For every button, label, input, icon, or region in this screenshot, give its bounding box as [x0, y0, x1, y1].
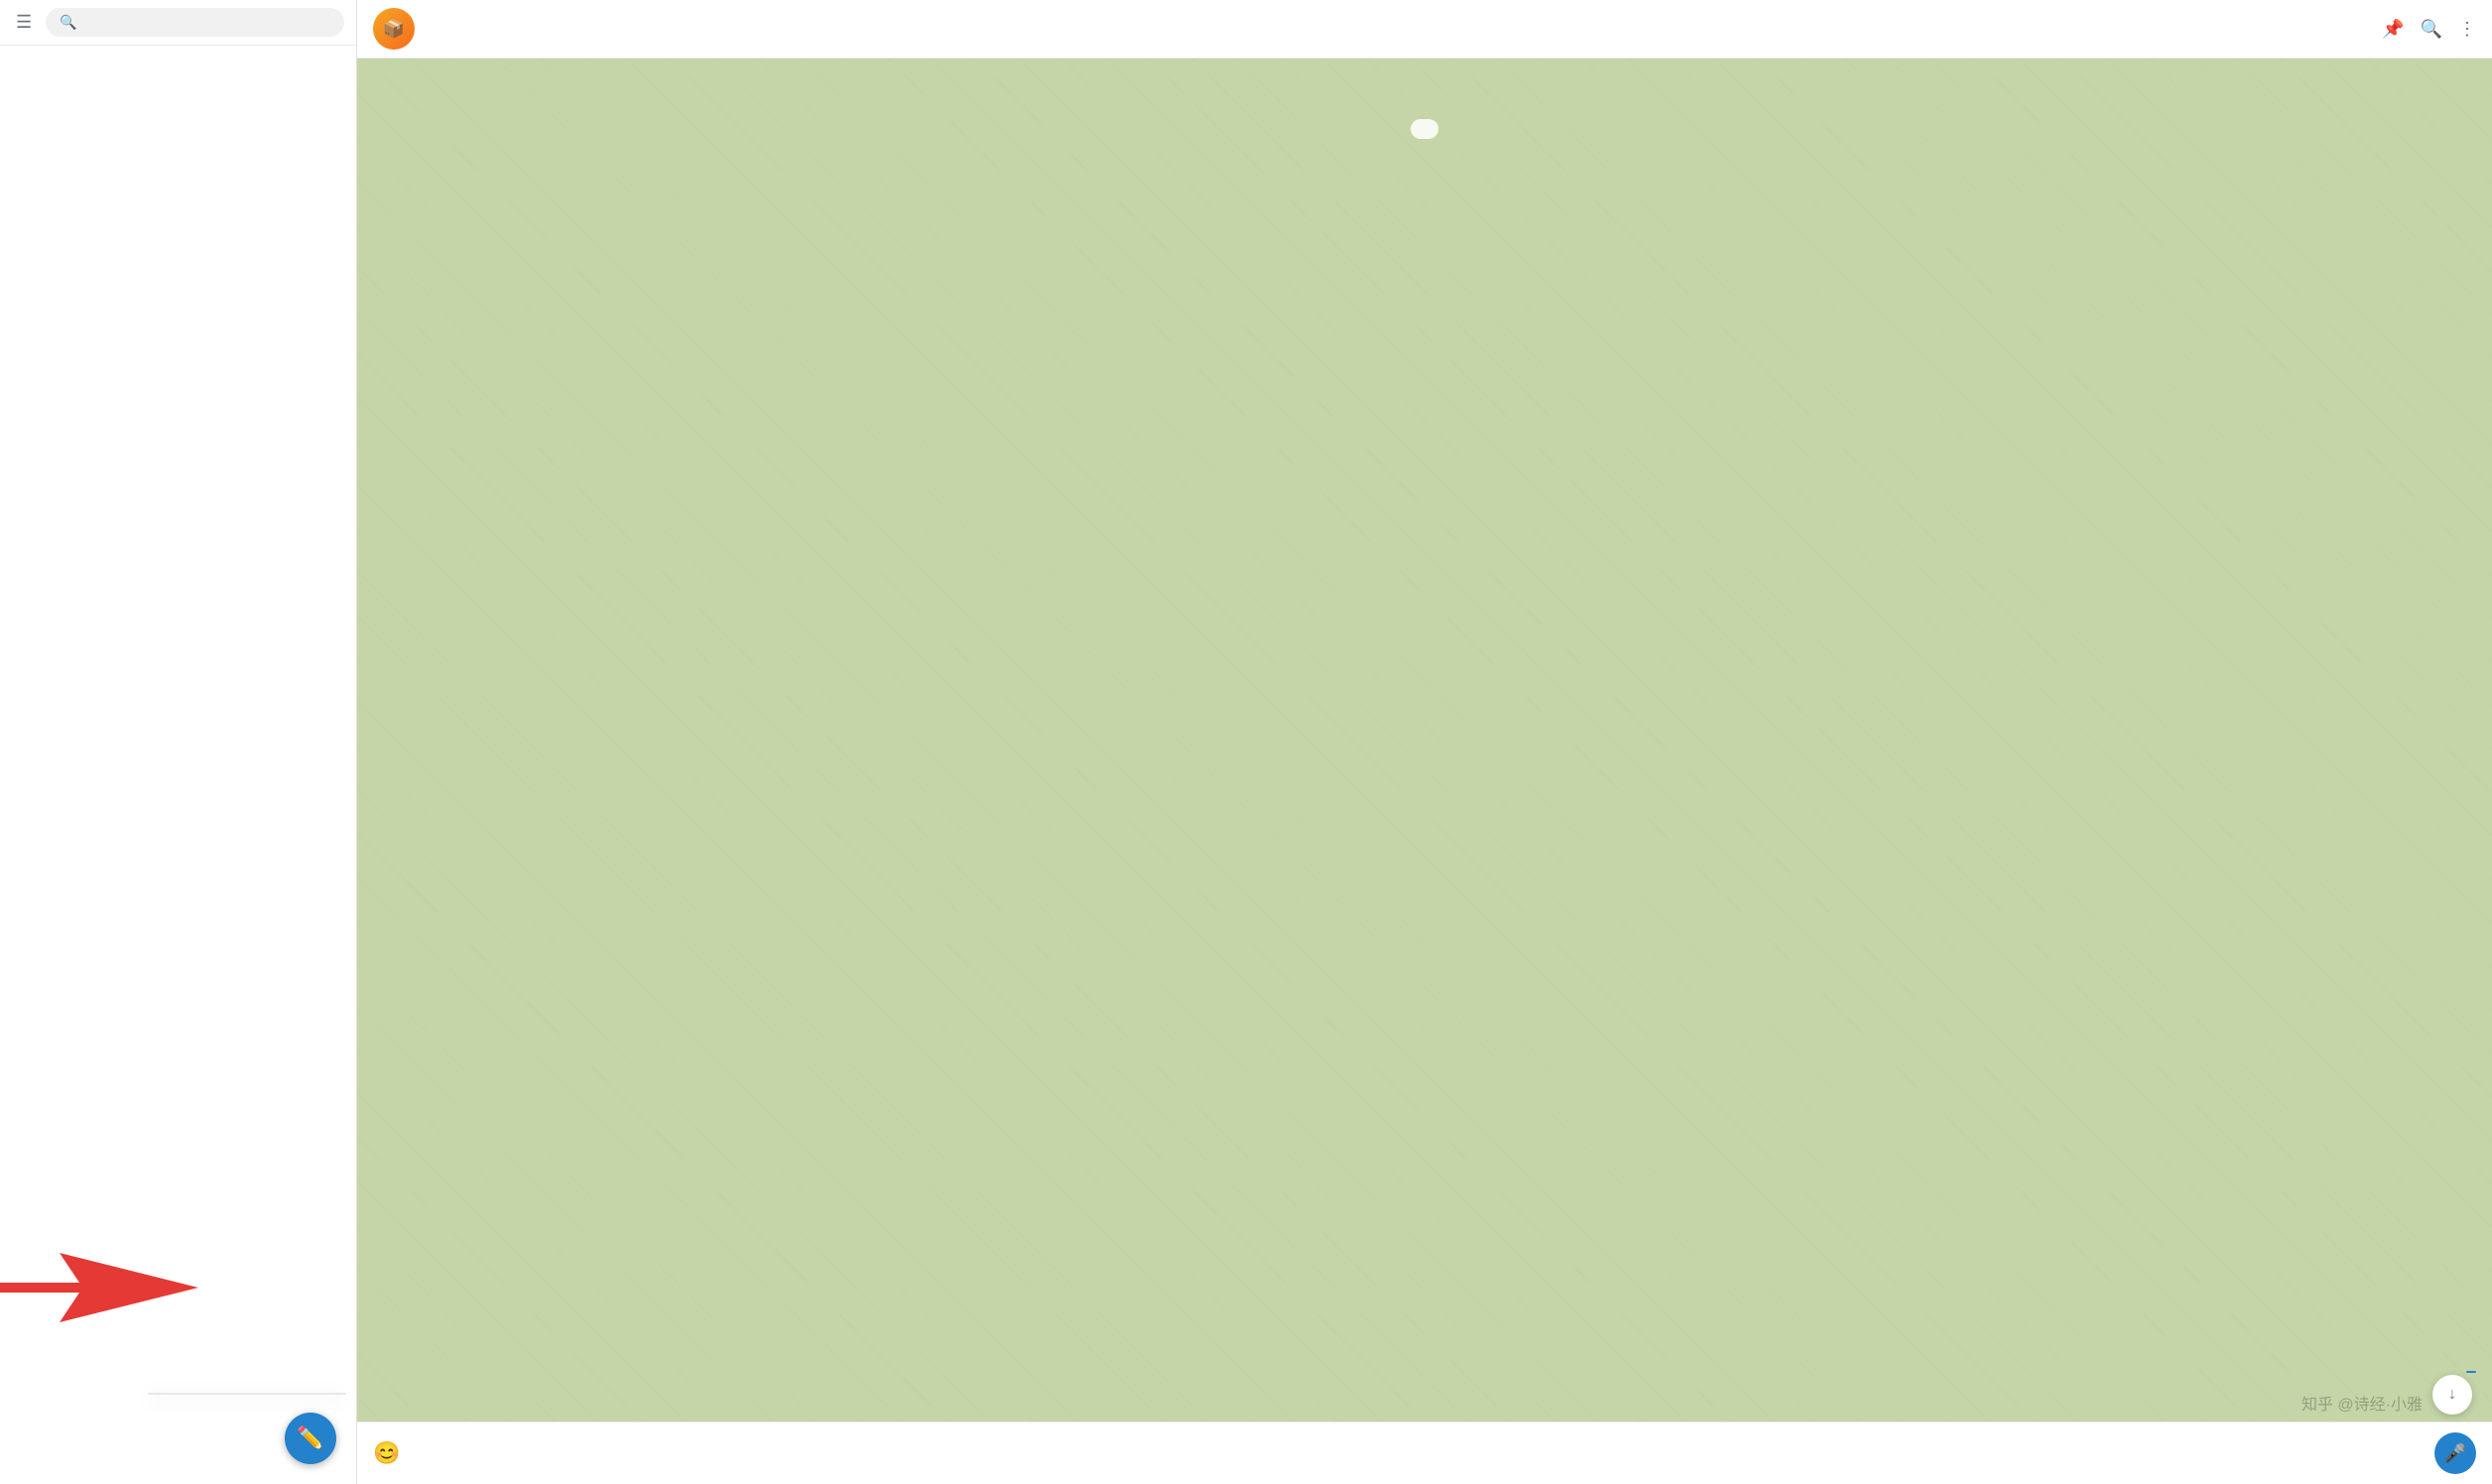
pin-topbar-icon[interactable]: 📌	[2382, 19, 2404, 40]
sidebar-header: ☰ 🔍	[0, 0, 356, 46]
search-input[interactable]	[85, 15, 330, 31]
chat-list	[0, 46, 356, 1458]
search-icon: 🔍	[60, 14, 76, 31]
search-box[interactable]: 🔍	[46, 8, 344, 37]
more-topbar-icon[interactable]: ⋮	[2458, 19, 2476, 40]
sidebar: ☰ 🔍 ✏️	[0, 0, 357, 1484]
scroll-badge	[2466, 1371, 2476, 1373]
chat-topbar: 📦 📌 🔍 ⋮	[357, 0, 2492, 59]
search-topbar-icon[interactable]: 🔍	[2421, 19, 2442, 40]
mic-button[interactable]: 🎤	[2434, 1432, 2476, 1474]
new-chat-fab[interactable]: ✏️	[285, 1413, 336, 1464]
scroll-bottom-button[interactable]: ↓	[2432, 1375, 2472, 1415]
emoji-button[interactable]: 😊	[373, 1440, 400, 1466]
message-input[interactable]	[412, 1441, 2423, 1465]
context-menu	[148, 1393, 346, 1395]
menu-icon[interactable]: ☰	[12, 8, 36, 37]
messages-area	[357, 95, 2492, 1422]
group-avatar: 📦	[373, 8, 415, 50]
unread-divider	[373, 121, 2476, 136]
chat-panel: 📦 📌 🔍 ⋮ 📌 😊 🎤 ↓	[357, 0, 2492, 1484]
topbar-actions: 📌 🔍 ⋮	[2382, 19, 2476, 40]
input-area: 😊 🎤	[357, 1422, 2492, 1484]
